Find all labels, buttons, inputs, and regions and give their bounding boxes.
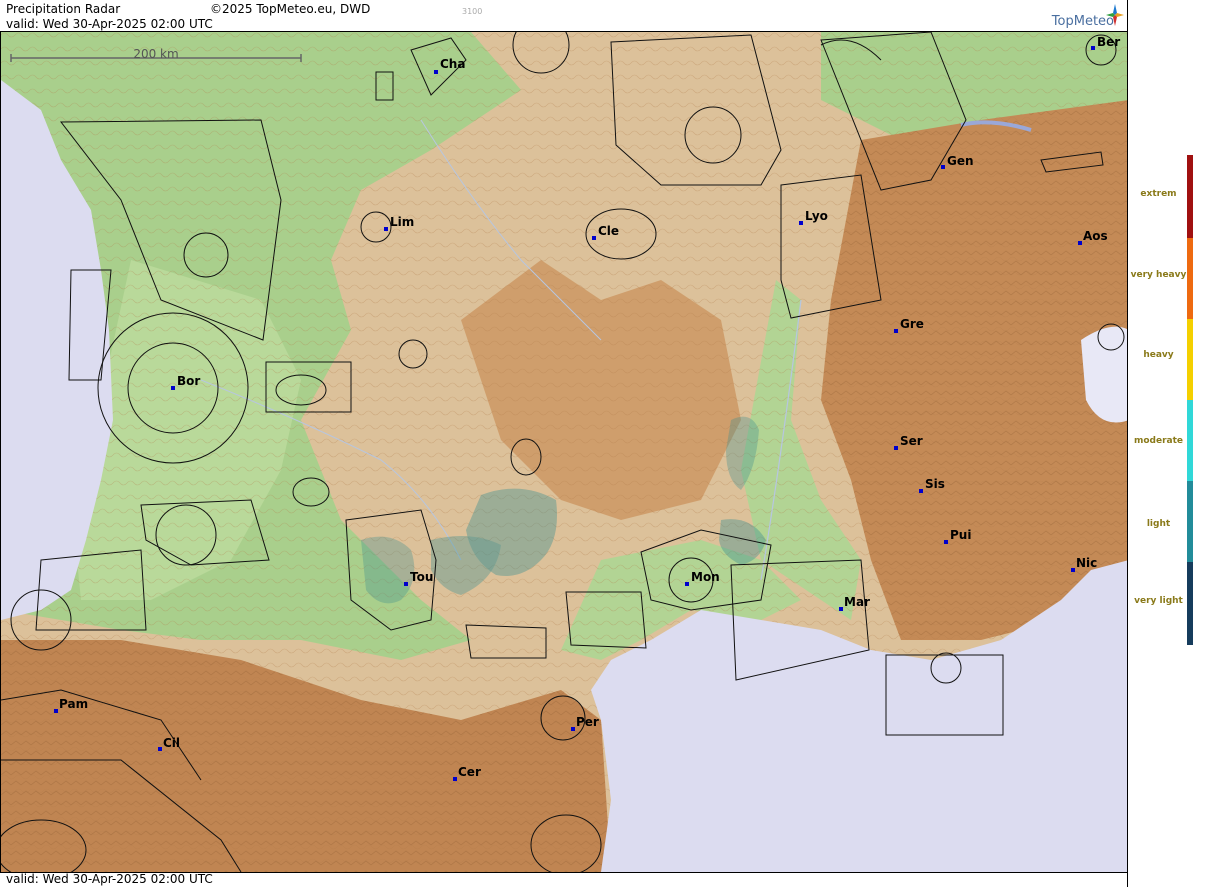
- city-cil-label: Cil: [163, 736, 180, 750]
- city-cha-label: Cha: [440, 57, 465, 71]
- city-per-label: Per: [576, 715, 599, 729]
- city-mar: Mar: [839, 595, 870, 611]
- city-lim-label: Lim: [390, 215, 414, 229]
- compass-star-icon: [1106, 4, 1124, 26]
- city-aos-label: Aos: [1083, 229, 1108, 243]
- city-nic-label: Nic: [1076, 556, 1097, 570]
- legend-label-heavy: heavy: [1143, 350, 1174, 360]
- page-title: Precipitation Radar: [6, 2, 121, 16]
- city-cer: Cer: [453, 765, 481, 781]
- radar-map-frame: Precipitation Radar ©2025 TopMeteo.eu, D…: [0, 0, 1128, 887]
- city-pam: Pam: [54, 697, 88, 713]
- city-gre-label: Gre: [900, 317, 924, 331]
- radar-map[interactable]: 200 km Cha Ber Gen Lim Cle Lyo Aos Gre B…: [0, 32, 1128, 872]
- city-cle-label: Cle: [598, 224, 619, 238]
- city-gen-label: Gen: [947, 154, 974, 168]
- city-aos: Aos: [1078, 229, 1108, 245]
- legend-label-extrem: extrem: [1140, 189, 1177, 199]
- legend-label-very-heavy: very heavy: [1130, 270, 1187, 280]
- valid-time: valid: Wed 30-Apr-2025 02:00 UTC: [6, 17, 213, 31]
- city-ber-label: Ber: [1097, 35, 1120, 49]
- map-code: 3100: [462, 7, 483, 16]
- city-pui-label: Pui: [950, 528, 971, 542]
- header-bar: Precipitation Radar ©2025 TopMeteo.eu, D…: [0, 0, 1128, 32]
- city-lyo-label: Lyo: [805, 209, 828, 223]
- city-sis-label: Sis: [925, 477, 945, 491]
- legend-label-very-light: very light: [1134, 596, 1183, 606]
- city-cer-label: Cer: [458, 765, 481, 779]
- city-per: Per: [571, 715, 599, 731]
- footer-bar: valid: Wed 30-Apr-2025 02:00 UTC: [0, 872, 1128, 887]
- copyright-text: ©2025 TopMeteo.eu, DWD: [210, 2, 371, 16]
- legend-label-light: light: [1146, 519, 1171, 529]
- city-mon-label: Mon: [691, 570, 720, 584]
- city-pam-label: Pam: [59, 697, 88, 711]
- city-tou-label: Tou: [410, 570, 433, 584]
- city-bor-label: Bor: [177, 374, 200, 388]
- precipitation-legend: extrem very heavy heavy moderate light v…: [1128, 0, 1219, 887]
- city-mon: Mon: [685, 570, 720, 586]
- city-ser-label: Ser: [900, 434, 923, 448]
- city-mar-label: Mar: [844, 595, 870, 609]
- map-canvas: 200 km Cha Ber Gen Lim Cle Lyo Aos Gre B…: [1, 32, 1128, 872]
- legend-label-moderate: moderate: [1133, 436, 1184, 446]
- scale-label: 200 km: [133, 47, 178, 61]
- footer-valid-time: valid: Wed 30-Apr-2025 02:00 UTC: [6, 872, 213, 886]
